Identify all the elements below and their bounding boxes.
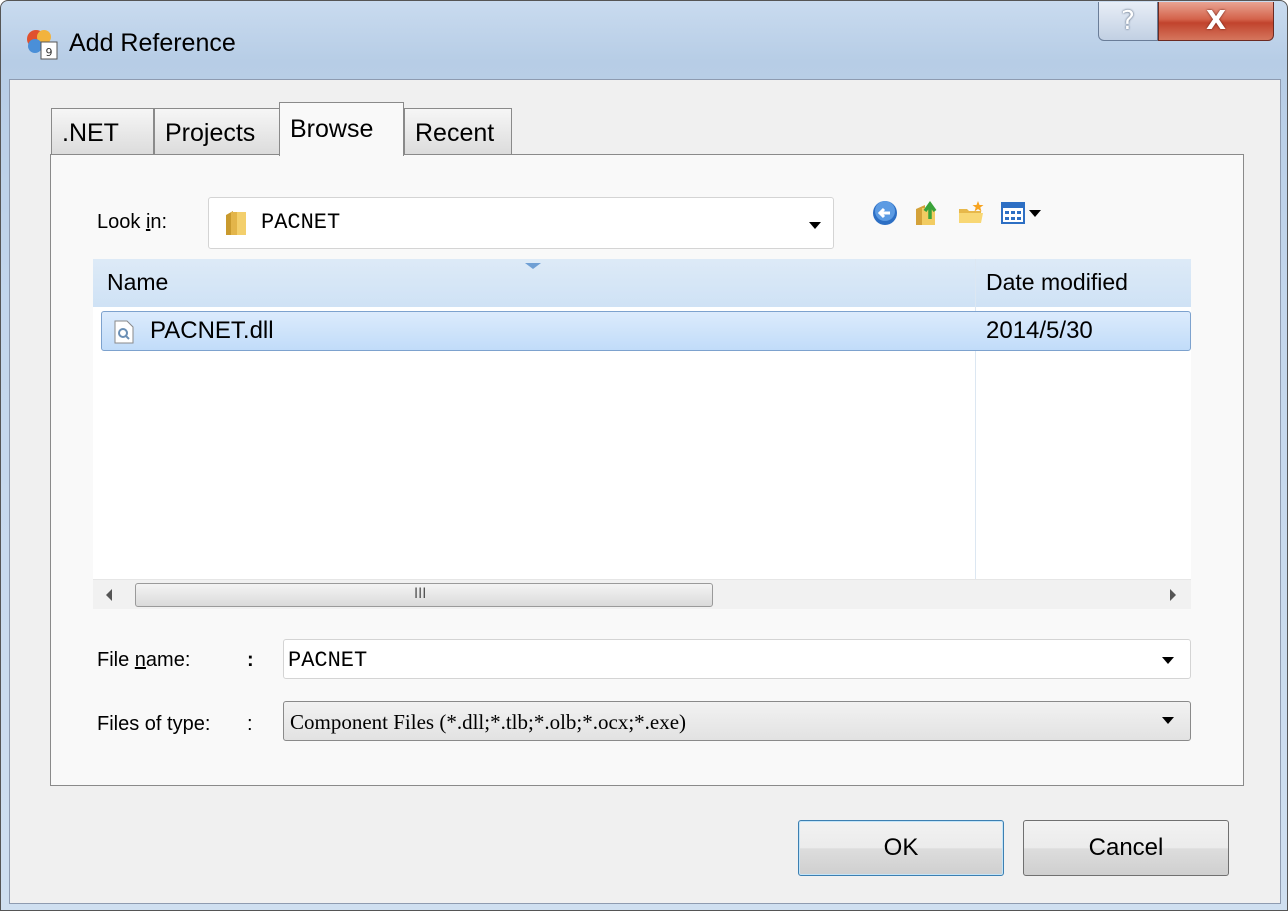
window-title: Add Reference [69,29,236,57]
cancel-button-label: Cancel [1088,834,1164,861]
tab-label: Browse [290,115,374,143]
scrollbar-thumb[interactable]: III [135,583,713,607]
title-bar[interactable]: 9 Add Reference ? X [1,1,1287,79]
file-type-value: Component Files (*.dll;*.tlb;*.olb;*.ocx… [290,710,687,734]
file-name-cell: PACNET.dll [150,317,274,344]
file-type-label: Files of type: [97,713,211,735]
file-type-colon: : [247,713,253,735]
scroll-left-icon[interactable] [105,589,113,601]
dll-file-icon [114,320,134,344]
file-name-value: PACNET [288,648,368,673]
column-date-label: Date modified [986,269,1128,295]
chevron-down-icon [1029,210,1041,217]
help-icon: ? [1121,6,1135,36]
back-icon[interactable] [871,199,899,227]
tab-label: Projects [165,119,256,147]
look-in-value: PACNET [261,210,341,235]
file-name-label: File name: [97,649,191,671]
chevron-down-icon[interactable] [809,222,821,229]
scroll-right-icon[interactable] [1169,589,1177,601]
up-folder-icon[interactable] [913,199,941,227]
look-in-dropdown[interactable]: PACNET [208,197,834,249]
close-button[interactable]: X [1158,2,1274,41]
tab-projects[interactable]: Projects [154,108,280,154]
chevron-down-icon [1162,717,1174,724]
new-folder-icon[interactable] [957,199,985,227]
sort-indicator-icon [525,263,541,269]
scroll-grip: III [414,586,427,602]
browse-tab-panel: Look in: PACNET Name Date modified PACNE… [50,154,1244,786]
tab-label: .NET [62,119,119,147]
list-item[interactable]: PACNET.dll 2014/5/30 [101,311,1191,351]
tab-label: Recent [415,119,495,147]
look-in-label: Look in: [97,211,168,233]
tab-recent[interactable]: Recent [404,108,512,154]
column-header-date[interactable]: Date modified [975,259,1191,307]
svg-text:9: 9 [46,46,53,59]
ok-button-label: OK [883,834,919,861]
view-menu-icon [1001,202,1025,224]
file-list[interactable]: Name Date modified PACNET.dll 2014/5/30 … [93,259,1191,609]
dialog-body: .NET Projects Browse Recent Look in: PAC… [9,79,1281,904]
views-menu-button[interactable] [1001,199,1047,227]
cancel-button[interactable]: Cancel [1023,820,1229,876]
add-reference-dialog: 9 Add Reference ? X .NET Projects Browse… [0,0,1288,911]
file-type-dropdown[interactable]: Component Files (*.dll;*.tlb;*.olb;*.ocx… [283,701,1191,741]
chevron-down-icon[interactable] [1162,657,1174,664]
help-button[interactable]: ? [1098,2,1158,41]
tab-browse[interactable]: Browse [279,102,404,156]
tab-net[interactable]: .NET [51,108,154,154]
close-icon: X [1205,6,1227,36]
horizontal-scrollbar[interactable]: III [93,579,1191,609]
file-date-cell: 2014/5/30 [986,317,1093,344]
file-name-colon: : [247,649,254,671]
column-header-name[interactable]: Name [93,259,975,307]
list-header: Name Date modified [93,259,1191,307]
file-name-input[interactable]: PACNET [283,639,1191,679]
visual-studio-app-icon: 9 [27,30,58,60]
column-divider [975,259,976,579]
ok-button[interactable]: OK [798,820,1004,876]
column-name-label: Name [107,269,169,295]
folder-icon [226,211,246,235]
